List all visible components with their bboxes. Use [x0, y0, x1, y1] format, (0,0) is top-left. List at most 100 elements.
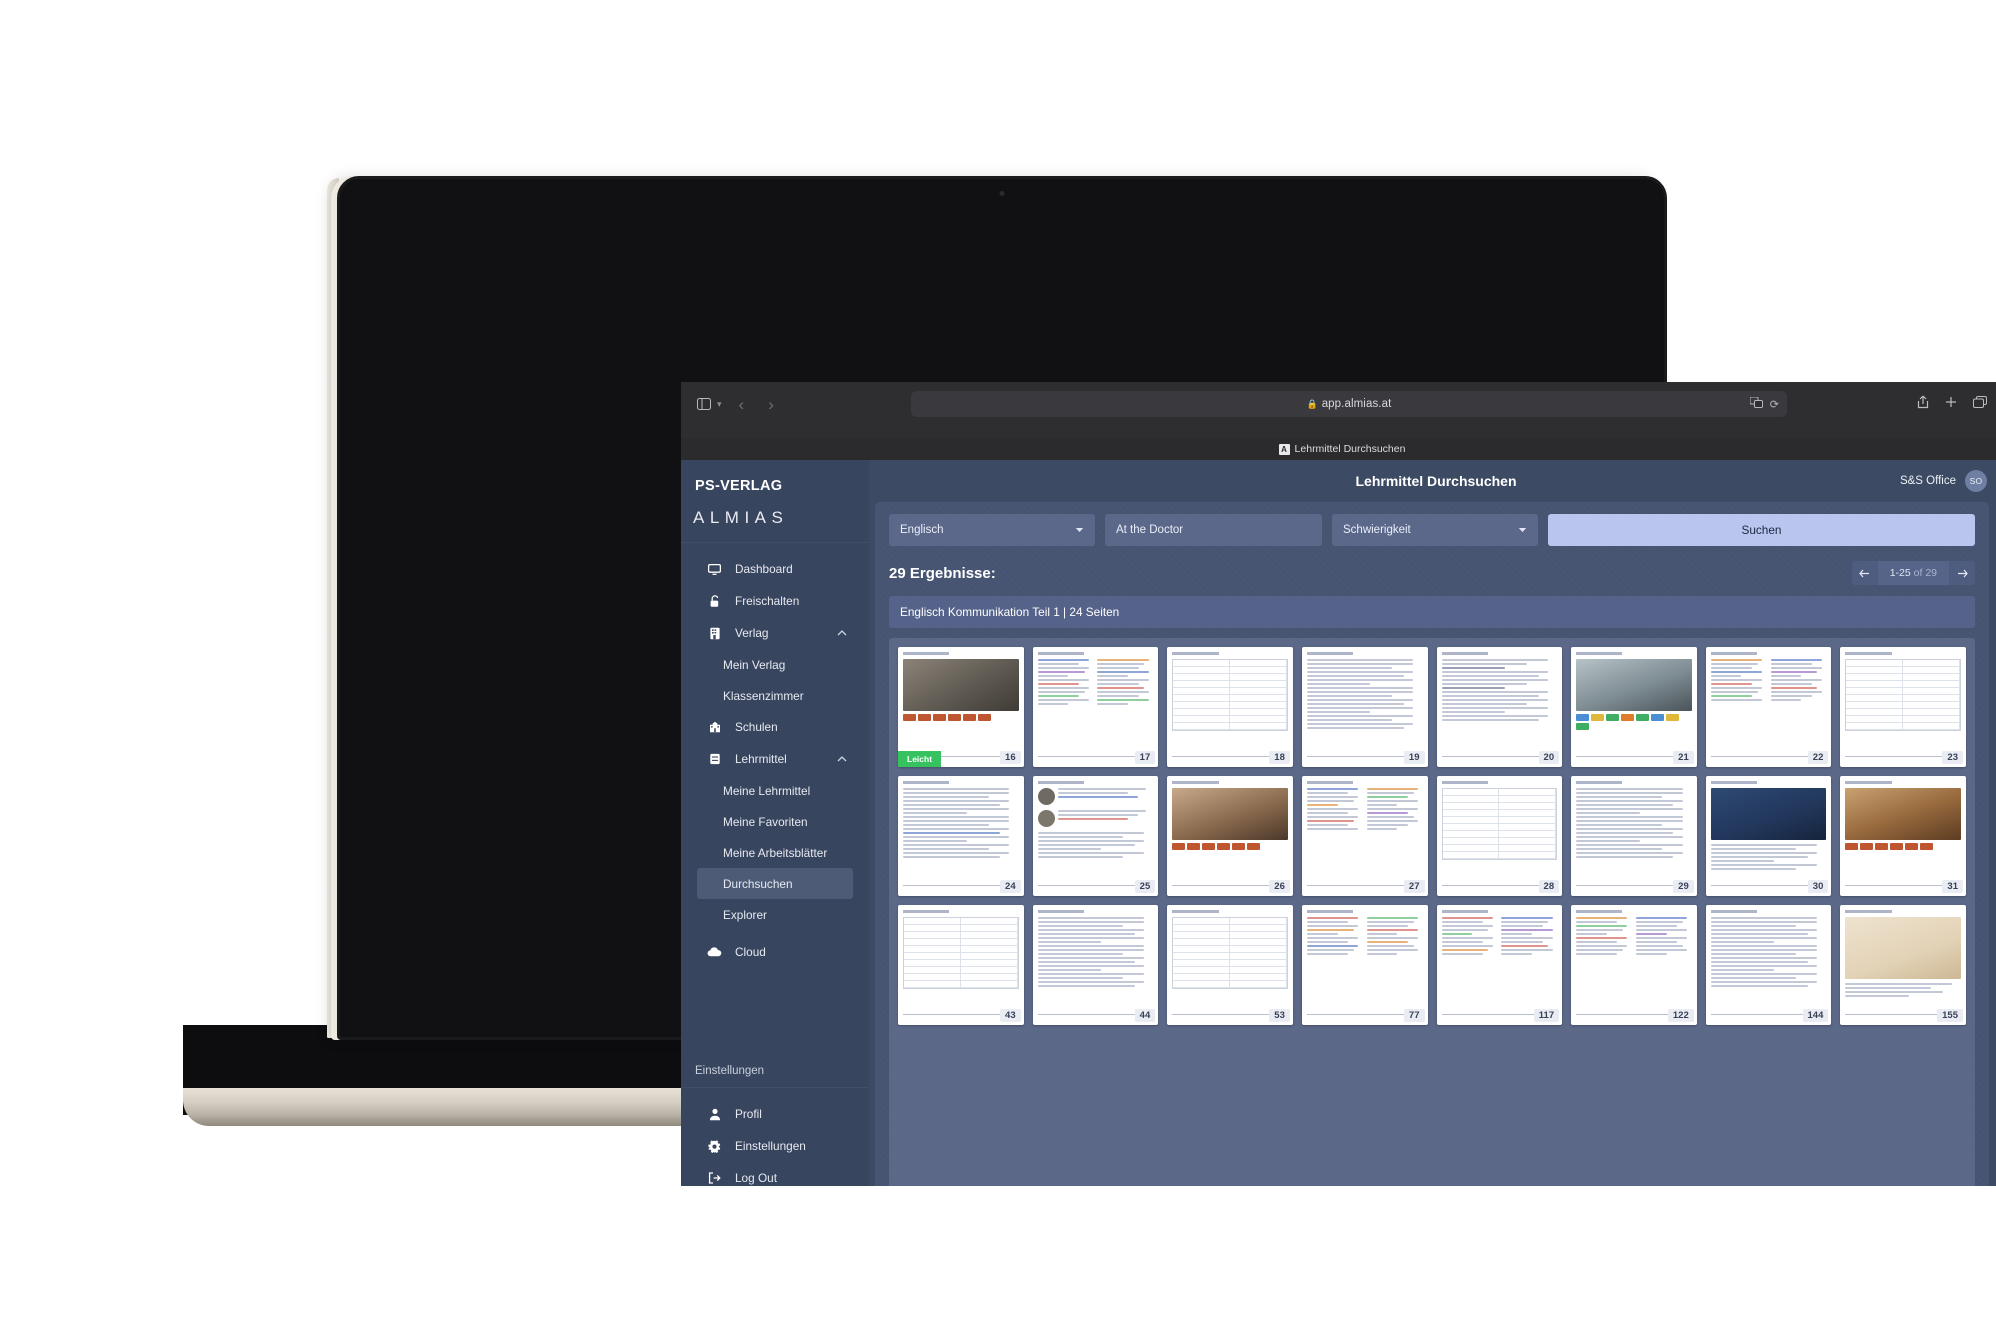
result-card[interactable]: 29 [1571, 776, 1697, 896]
next-page-button[interactable] [1949, 561, 1975, 585]
sidebar-item-meine-lehrmittel[interactable]: Meine Lehrmittel [681, 775, 869, 806]
result-card[interactable]: 122 [1571, 905, 1697, 1025]
page-number: 77 [1403, 1008, 1425, 1022]
chevron-up-icon[interactable] [837, 754, 847, 765]
result-card[interactable]: 31 [1840, 776, 1966, 896]
sidebar-item-label: Meine Favoriten [723, 814, 808, 829]
sidebar-item-mein-verlag[interactable]: Mein Verlag [681, 649, 869, 680]
tabs-overview-icon[interactable] [1973, 395, 1987, 413]
main-area: Lehrmittel Durchsuchen S&S Office SO Eng… [869, 460, 1996, 1186]
prev-page-button[interactable] [1851, 561, 1878, 585]
result-card[interactable]: 24 [898, 776, 1024, 896]
user-name: S&S Office [1899, 475, 1956, 487]
result-card[interactable]: 25 [1032, 776, 1159, 896]
address-bar[interactable]: 🔒 app.almias.at ⟳ [910, 391, 1787, 417]
topic-input[interactable]: At the Doctor [1105, 514, 1322, 546]
share-icon[interactable] [1917, 395, 1929, 414]
result-card[interactable]: 30 [1705, 776, 1832, 896]
result-card[interactable]: 43 [898, 905, 1024, 1025]
reload-icon[interactable]: ⟳ [1770, 398, 1779, 411]
subject-select[interactable]: Englisch [889, 514, 1095, 546]
monitor-icon [707, 563, 722, 575]
search-panel: Englisch At the Doctor Schwierigkeit Suc… [875, 502, 1989, 1186]
sidebar-item-schulen[interactable]: Schulen [681, 711, 869, 743]
results-header: 29 Ergebnisse: 1-25 of 29 [889, 560, 1975, 586]
page-number: 27 [1403, 879, 1425, 893]
result-card[interactable]: 18 [1167, 647, 1293, 767]
sidebar-item-meine-favoriten[interactable]: Meine Favoriten [681, 806, 869, 837]
sidebar-item-klassenzimmer[interactable]: Klassenzimmer [681, 680, 869, 711]
result-card[interactable]: 155 [1840, 905, 1966, 1025]
result-card[interactable]: 28 [1436, 776, 1563, 896]
result-card[interactable]: 53 [1167, 905, 1293, 1025]
translate-icon[interactable] [1749, 396, 1763, 411]
unlock-icon [707, 594, 722, 608]
sidebar-item-explorer[interactable]: Explorer [681, 899, 869, 930]
book-icon [707, 753, 722, 765]
result-card[interactable]: 77 [1301, 905, 1428, 1025]
sidebar-item-freischalten[interactable]: Freischalten [681, 585, 869, 617]
result-card[interactable]: 22 [1705, 647, 1832, 767]
forward-arrow-icon[interactable]: › [761, 396, 781, 413]
building-icon [707, 627, 722, 640]
user-menu[interactable]: S&S Office SO [1900, 470, 1987, 492]
sidebar-item-verlag[interactable]: Verlag [681, 617, 869, 649]
person-icon [707, 1108, 722, 1121]
webcam-icon [999, 191, 1005, 196]
cloud-icon [707, 947, 722, 957]
pagination-total: of 29 [1913, 567, 1937, 579]
sidebar-item-label: Einstellungen [735, 1139, 806, 1153]
sidebar-item-einstellungen[interactable]: Einstellungen [681, 1130, 869, 1162]
plus-icon[interactable] [1945, 395, 1957, 413]
sidebar-item-label: Profil [735, 1107, 762, 1121]
browser-chrome: ▾ ‹ › 🔒 app.almias.at ⟳ [681, 382, 1996, 438]
sidebar-item-label: Durchsuchen [723, 876, 793, 891]
tab-lehrmittel-durchsuchen[interactable]: A Lehrmittel Durchsuchen [1278, 443, 1405, 455]
tab-strip: A Lehrmittel Durchsuchen [681, 438, 1996, 460]
difficulty-select[interactable]: Schwierigkeit [1332, 514, 1538, 546]
sidebar-item-label: Mein Verlag [723, 657, 786, 672]
result-card[interactable]: 44 [1032, 905, 1159, 1025]
sidebar-item-label: Dashboard [735, 562, 793, 576]
avatar[interactable]: SO [1965, 470, 1987, 492]
page-number: 21 [1673, 750, 1694, 764]
result-card[interactable]: 26 [1167, 776, 1293, 896]
sidebar-item-cloud[interactable]: Cloud [681, 936, 869, 968]
result-card[interactable]: 20 [1436, 647, 1563, 767]
result-card[interactable]: Leicht 16 [898, 647, 1024, 767]
chevron-down-icon[interactable]: ▾ [717, 399, 722, 410]
content-area: Englisch At the Doctor Schwierigkeit Suc… [869, 502, 1996, 1186]
page-number: 24 [1000, 879, 1021, 893]
sidebar-item-durchsuchen[interactable]: Durchsuchen [697, 868, 853, 899]
result-card[interactable]: 23 [1840, 647, 1966, 767]
result-card[interactable]: 17 [1032, 647, 1159, 767]
result-group-title[interactable]: Englisch Kommunikation Teil 1 | 24 Seite… [889, 596, 1975, 628]
page-number: 26 [1269, 879, 1290, 893]
page-number: 53 [1269, 1008, 1290, 1022]
result-card[interactable]: 19 [1301, 647, 1428, 767]
school-icon [707, 721, 722, 733]
result-card[interactable]: 21 [1571, 647, 1697, 767]
page-number: 31 [1942, 879, 1963, 893]
sidebar-item-meine-arbeitsblaetter[interactable]: Meine Arbeitsblätter [681, 837, 869, 868]
page-number: 144 [1802, 1008, 1829, 1022]
product-name: ALMIAS [693, 508, 789, 527]
sidebar-item-lehrmittel[interactable]: Lehrmittel [681, 743, 869, 775]
page-number: 17 [1134, 750, 1156, 764]
favicon-icon: A [1278, 443, 1290, 455]
sidebar-item-label: Lehrmittel [735, 752, 787, 766]
chevron-up-icon[interactable] [837, 628, 847, 639]
sidebar-item-dashboard[interactable]: Dashboard [681, 553, 869, 585]
search-button[interactable]: Suchen [1548, 514, 1975, 546]
result-card[interactable]: 27 [1301, 776, 1428, 896]
sidebar-toggle-icon[interactable] [697, 398, 711, 410]
sidebar-item-profil[interactable]: Profil [681, 1098, 869, 1130]
difficulty-select-value: Schwierigkeit [1343, 524, 1411, 536]
sidebar-settings-heading: Einstellungen [695, 1065, 765, 1077]
result-card[interactable]: 117 [1436, 905, 1563, 1025]
sidebar-item-log-out[interactable]: Log Out [681, 1162, 869, 1186]
sidebar-item-label: Verlag [735, 626, 769, 640]
sidebar-nav: Dashboard Freischalten Verlag Mein Verla… [681, 543, 869, 968]
back-arrow-icon[interactable]: ‹ [732, 396, 752, 413]
result-card[interactable]: 144 [1705, 905, 1832, 1025]
